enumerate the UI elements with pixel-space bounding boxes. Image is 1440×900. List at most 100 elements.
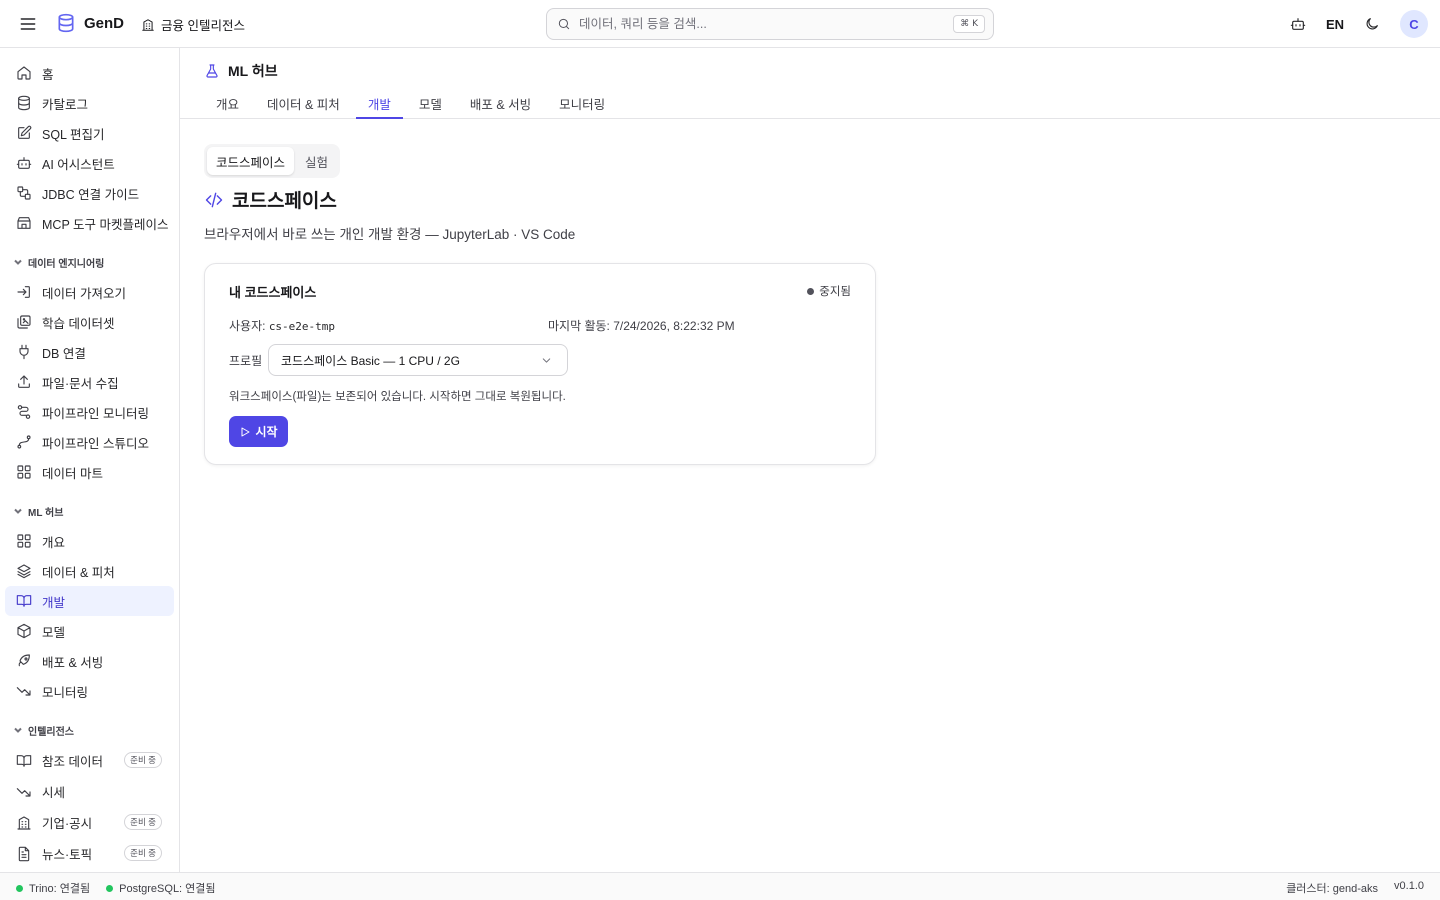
sidebar-item-home[interactable]: 홈 xyxy=(5,58,174,88)
sidebar-item-ml-models[interactable]: 모델 xyxy=(5,616,174,646)
edit-icon xyxy=(16,125,32,141)
layers-icon xyxy=(16,563,32,579)
last-activity: 마지막 활동: 7/24/2026, 8:22:32 PM xyxy=(548,319,735,333)
status-dot xyxy=(16,884,23,892)
database-logo-icon xyxy=(56,13,76,33)
menu-icon[interactable] xyxy=(18,14,38,34)
code-icon xyxy=(204,190,224,210)
tab-deploy-serving[interactable]: 배포 & 서빙 xyxy=(458,89,543,119)
app-logo[interactable]: GenD xyxy=(56,13,124,33)
avatar[interactable]: C xyxy=(1400,10,1428,38)
sidebar-item-ml-overview[interactable]: 개요 xyxy=(5,526,174,556)
coming-soon-badge: 준비 중 xyxy=(124,845,162,861)
org-name: 금융 인텔리전스 xyxy=(161,19,245,33)
profile-select[interactable]: 코드스페이스 Basic — 1 CPU / 2G xyxy=(268,344,568,376)
sidebar-item-pipeline-monitoring[interactable]: 파이프라인 모니터링 xyxy=(5,397,174,427)
sidebar-item-label: 파이프라인 모니터링 xyxy=(42,406,149,421)
app-name: GenD xyxy=(84,14,125,32)
sidebar-item-training-datasets[interactable]: 학습 데이터셋 xyxy=(5,307,174,337)
sidebar: 홈 카탈로그 SQL 편집기 AI 어시스턴트 JDBC 연결 가이드 MCP … xyxy=(0,48,180,872)
cluster-info: 클러스터: gend-aks xyxy=(1286,883,1379,895)
sidebar-item-data-mart[interactable]: 데이터 마트 xyxy=(5,457,174,487)
sidebar-item-label: JDBC 연결 가이드 xyxy=(42,187,140,202)
section-heading: 코드스페이스 xyxy=(204,186,575,213)
sidebar-item-label: SQL 편집기 xyxy=(42,127,105,142)
tab-development[interactable]: 개발 xyxy=(355,89,403,119)
segment-codespace[interactable]: 코드스페이스 xyxy=(207,147,295,175)
tab-overview[interactable]: 개요 xyxy=(204,89,251,119)
user-value: cs-e2e-tmp xyxy=(268,320,336,333)
sidebar-item-ml-development[interactable]: 개발 xyxy=(5,586,174,616)
trino-status-text: Trino: 연결됨 xyxy=(29,883,91,895)
sidebar-item-company-disclosure[interactable]: 기업·공시 준비 중 xyxy=(5,807,174,838)
org-switcher[interactable]: 금융 인텔리전스 xyxy=(141,15,245,34)
trending-down-icon xyxy=(16,683,32,699)
tab-models[interactable]: 모델 xyxy=(407,89,454,119)
profile-label: 프로필 xyxy=(229,354,263,368)
workflow-icon xyxy=(16,185,32,201)
trending-down-icon xyxy=(16,784,32,800)
moon-icon[interactable] xyxy=(1364,16,1380,32)
segmented-control: 코드스페이스 실험 xyxy=(204,144,341,178)
status-badge: 중지됨 xyxy=(807,283,851,299)
workspace-note: 워크스페이스(파일)는 보존되어 있습니다. 시작하면 그대로 복원됩니다. xyxy=(229,391,566,403)
status-text: 중지됨 xyxy=(819,286,851,298)
sidebar-item-data-import[interactable]: 데이터 가져오기 xyxy=(5,277,174,307)
sidebar-item-ml-monitoring[interactable]: 모니터링 xyxy=(5,676,174,706)
section-ml-hub[interactable]: ML 허브 xyxy=(5,499,174,523)
building-icon xyxy=(16,815,32,831)
bot-icon xyxy=(16,155,32,171)
sidebar-item-pipeline-studio[interactable]: 파이프라인 스튜디오 xyxy=(5,427,174,457)
sidebar-item-label: 파이프라인 스튜디오 xyxy=(42,436,149,451)
database-icon xyxy=(16,95,32,111)
sidebar-item-ml-data-features[interactable]: 데이터 & 피처 xyxy=(5,556,174,586)
sidebar-item-reference-data[interactable]: 참조 데이터 준비 중 xyxy=(5,745,174,776)
book-open-icon xyxy=(16,593,32,609)
sidebar-item-label: 데이터 & 피처 xyxy=(42,565,115,580)
grid-icon xyxy=(16,533,32,549)
bot-icon[interactable] xyxy=(1290,16,1306,32)
sidebar-item-quotes[interactable]: 시세 xyxy=(5,776,174,807)
section-heading-text: 코드스페이스 xyxy=(232,191,337,212)
tab-monitoring[interactable]: 모니터링 xyxy=(547,89,617,119)
sidebar-item-jdbc-guide[interactable]: JDBC 연결 가이드 xyxy=(5,178,174,208)
section-title: 인텔리전스 xyxy=(28,726,74,738)
search-bar[interactable]: ⌘ K xyxy=(546,8,994,40)
sidebar-item-catalog[interactable]: 카탈로그 xyxy=(5,88,174,118)
sidebar-item-label: AI 어시스턴트 xyxy=(42,157,115,172)
plug-icon xyxy=(16,344,32,360)
sidebar-item-mcp-marketplace[interactable]: MCP 도구 마켓플레이스 xyxy=(5,208,174,238)
start-button[interactable]: 시작 xyxy=(229,416,288,447)
sidebar-item-file-ingest[interactable]: 파일·문서 수집 xyxy=(5,367,174,397)
sidebar-item-label: 시세 xyxy=(42,786,66,800)
sidebar-item-label: MCP 도구 마켓플레이스 xyxy=(42,217,169,232)
sidebar-item-news-topics[interactable]: 뉴스·토픽 준비 중 xyxy=(5,838,174,869)
search-icon xyxy=(557,17,571,31)
sidebar-item-label: 데이터 가져오기 xyxy=(42,286,126,301)
search-input[interactable] xyxy=(579,17,939,31)
sidebar-item-ai-assistant[interactable]: AI 어시스턴트 xyxy=(5,148,174,178)
page-title: ML 허브 xyxy=(204,61,278,81)
sidebar-item-db-connection[interactable]: DB 연결 xyxy=(5,337,174,367)
building-icon xyxy=(141,18,155,32)
page-header: ML 허브 개요 데이터 & 피처 개발 모델 배포 & 서빙 모니터링 xyxy=(180,48,1440,119)
postgres-status-text: PostgreSQL: 연결됨 xyxy=(119,883,216,895)
section-intelligence[interactable]: 인텔리전스 xyxy=(5,718,174,742)
route-icon xyxy=(16,404,32,420)
sidebar-item-sql-editor[interactable]: SQL 편집기 xyxy=(5,118,174,148)
sidebar-item-label: 기업·공시 xyxy=(42,817,93,831)
status-dot xyxy=(106,884,114,892)
language-toggle[interactable]: EN xyxy=(1326,17,1344,32)
section-title: ML 허브 xyxy=(28,507,64,519)
segment-experiments[interactable]: 실험 xyxy=(296,147,337,175)
trino-status: Trino: 연결됨 xyxy=(16,880,90,896)
user-label: 사용자: xyxy=(229,319,266,333)
tab-data-features[interactable]: 데이터 & 피처 xyxy=(255,89,352,119)
coming-soon-badge: 준비 중 xyxy=(124,814,162,830)
home-icon xyxy=(16,65,32,81)
section-data-engineering[interactable]: 데이터 엔지니어링 xyxy=(5,250,174,274)
chevron-down-icon xyxy=(14,259,22,265)
sidebar-item-ml-deploy[interactable]: 배포 & 서빙 xyxy=(5,646,174,676)
user-info: 사용자: cs-e2e-tmp xyxy=(229,317,335,334)
sidebar-item-label: 카탈로그 xyxy=(42,97,89,112)
